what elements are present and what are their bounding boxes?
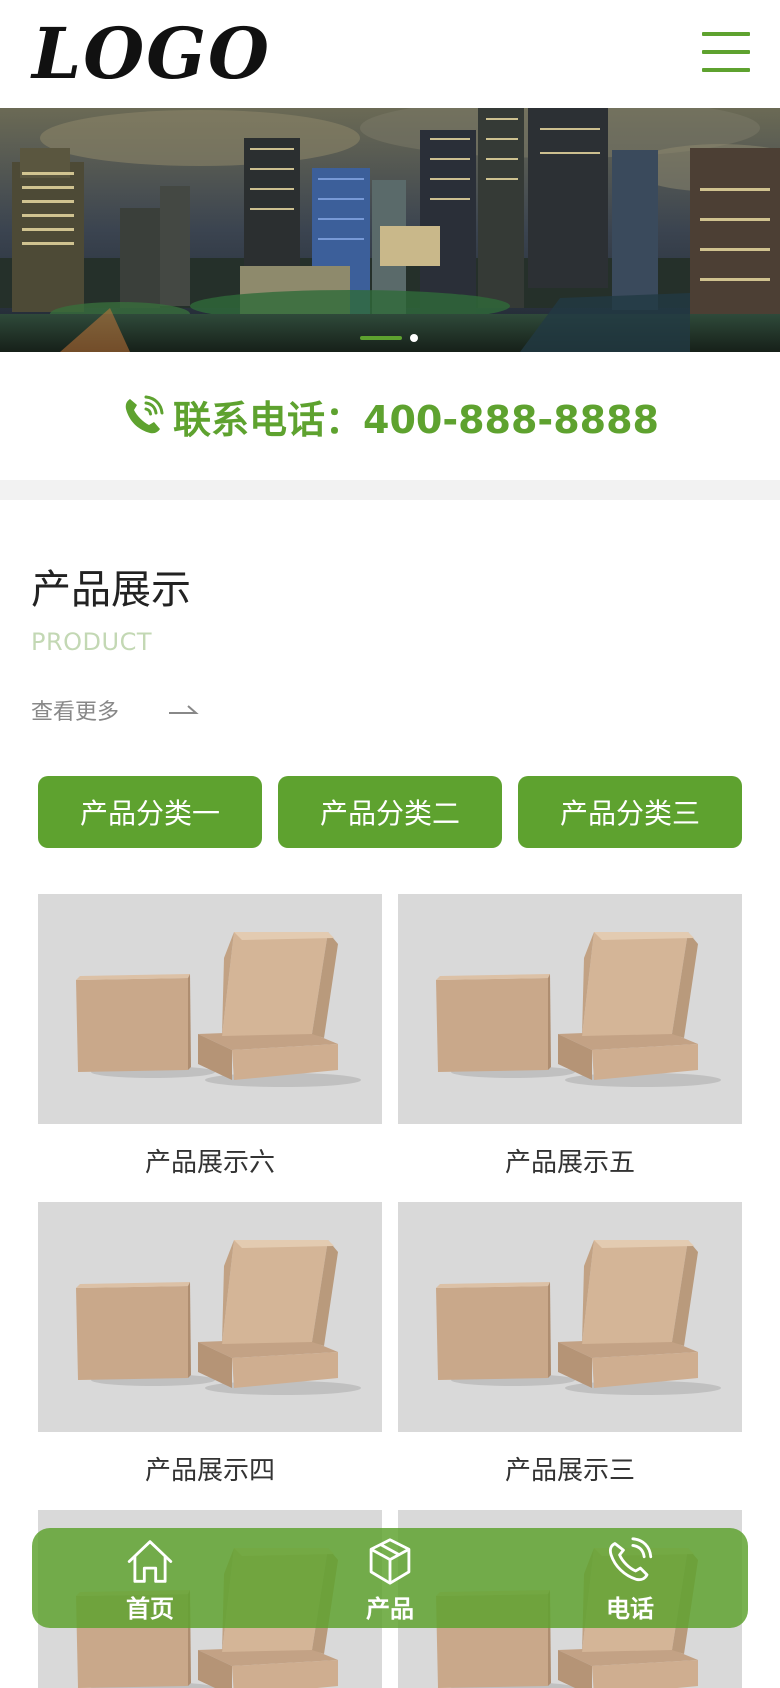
product-image (398, 1202, 742, 1432)
cardboard-box-image (38, 1202, 382, 1432)
view-more-link[interactable]: 查看更多 (31, 694, 199, 726)
contact-phone-label: 联系电话：400-888-8888 (173, 397, 659, 442)
product-name: 产品展示五 (504, 1148, 635, 1178)
cardboard-box-image (38, 894, 382, 1124)
page: LOGO 联系电话：400-888-8888 产品展示 PRODUCT 查看更多… (0, 0, 780, 1688)
section-subtitle: PRODUCT (31, 628, 153, 656)
nav-products[interactable]: 产品 (330, 1536, 450, 1624)
cardboard-box-image (398, 894, 742, 1124)
product-name: 产品展示六 (144, 1148, 275, 1178)
product-card[interactable]: 产品展示五 (398, 894, 742, 1202)
category-button-2[interactable]: 产品分类二 (278, 776, 502, 848)
banner-carousel[interactable] (0, 108, 780, 352)
cardboard-box-image (398, 1202, 742, 1432)
arrow-right-icon (169, 705, 199, 714)
carousel-dot-active[interactable] (360, 336, 402, 340)
product-card[interactable]: 产品展示三 (398, 1202, 742, 1510)
product-image (398, 894, 742, 1124)
view-more-label: 查看更多 (31, 700, 120, 725)
product-card[interactable]: 产品展示六 (38, 894, 382, 1202)
section-title: 产品展示 (31, 567, 191, 613)
home-icon (127, 1540, 173, 1583)
product-name: 产品展示三 (504, 1456, 635, 1486)
bottom-nav: 首页 产品 电话 (32, 1528, 748, 1628)
nav-home-label: 首页 (126, 1595, 174, 1623)
logo[interactable]: LOGO (32, 14, 271, 94)
product-image (38, 894, 382, 1124)
product-name: 产品展示四 (144, 1456, 275, 1486)
nav-phone[interactable]: 电话 (570, 1536, 690, 1624)
city-skyline-image (0, 108, 780, 352)
hamburger-menu-icon[interactable] (702, 32, 750, 76)
category-button-3[interactable]: 产品分类三 (518, 776, 742, 848)
contact-phone[interactable]: 联系电话：400-888-8888 (0, 352, 780, 480)
header: LOGO (0, 0, 780, 108)
section-divider (0, 480, 780, 500)
nav-home[interactable]: 首页 (90, 1536, 210, 1624)
product-card[interactable]: 产品展示四 (38, 1202, 382, 1510)
nav-phone-label: 电话 (606, 1595, 654, 1623)
phone-icon (608, 1537, 653, 1582)
box-cube-icon (369, 1538, 411, 1585)
phone-icon (125, 395, 164, 434)
category-button-1[interactable]: 产品分类一 (38, 776, 262, 848)
product-image (38, 1202, 382, 1432)
nav-products-label: 产品 (366, 1595, 414, 1623)
carousel-dot[interactable] (410, 334, 418, 342)
